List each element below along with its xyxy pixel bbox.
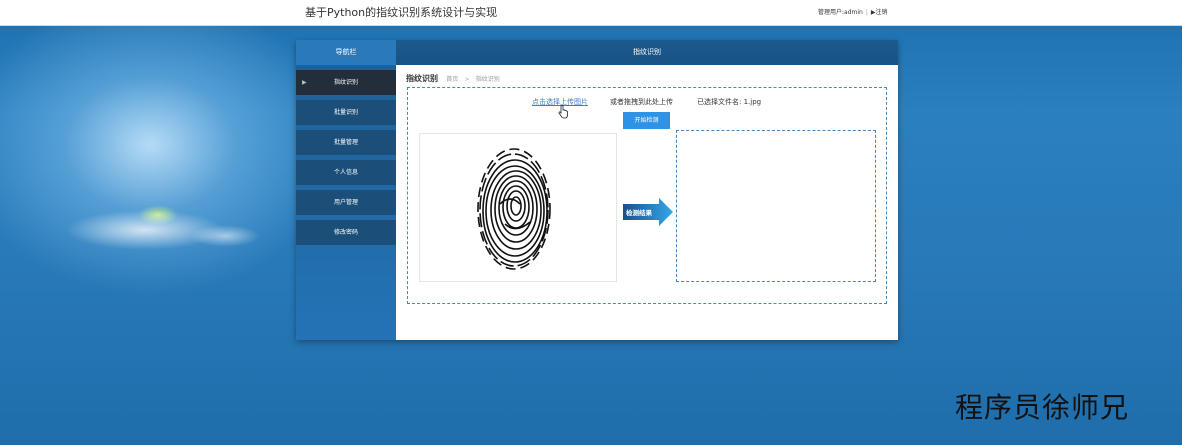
sidebar-item-profile[interactable]: 个人信息 <box>296 160 396 185</box>
breadcrumb-current: 指纹识别 <box>475 76 500 83</box>
start-detection-button[interactable]: 开始检测 <box>623 112 670 129</box>
hand-cursor-icon <box>558 105 568 119</box>
sidebar-item-label: 个人信息 <box>333 169 358 176</box>
input-image-preview <box>419 133 617 282</box>
sidebar-item-batch-recognition[interactable]: 批量识别 <box>296 100 396 125</box>
sidebar-item-label: 批量管理 <box>333 139 358 146</box>
watermark: 程序员徐师兄 <box>955 391 1130 424</box>
main-panel: 导航栏 ▶ 指纹识别 批量识别 批量管理 个人信息 用户管理 修改密码 指纹识别 <box>296 40 898 340</box>
sidebar-item-change-password[interactable]: 修改密码 <box>296 220 396 245</box>
selected-file-name: 已选择文件名: 1.jpg <box>697 98 762 106</box>
sidebar-item-fingerprint-recognition[interactable]: ▶ 指纹识别 <box>296 70 396 95</box>
sidebar-item-label: 修改密码 <box>333 229 358 236</box>
detection-result-label: 检测结果 <box>626 209 652 217</box>
upload-area[interactable]: 点击选择上传图片 或者拖拽到此处上传 已选择文件名: 1.jpg 开始检测 检测… <box>407 87 887 304</box>
sidebar-item-label: 指纹识别 <box>333 79 358 86</box>
breadcrumb: 指纹识别 首页 > 指纹识别 <box>406 73 500 84</box>
content-header-title: 指纹识别 <box>396 40 898 65</box>
drag-hint: 或者拖拽到此处上传 <box>610 98 673 106</box>
background-cloud <box>190 225 260 247</box>
user-area: 管理用户:admin | ▶注销 <box>818 7 887 16</box>
breadcrumb-separator: > <box>464 76 470 83</box>
page-title: 指纹识别 <box>406 74 438 83</box>
sidebar-item-label: 批量识别 <box>333 109 358 116</box>
sidebar-nav: ▶ 指纹识别 批量识别 批量管理 个人信息 用户管理 修改密码 <box>296 65 396 245</box>
sidebar-title: 导航栏 <box>296 40 396 65</box>
sidebar-item-user-management[interactable]: 用户管理 <box>296 190 396 215</box>
logout-link[interactable]: ▶注销 <box>871 9 888 16</box>
sidebar: 导航栏 ▶ 指纹识别 批量识别 批量管理 个人信息 用户管理 修改密码 <box>296 40 396 340</box>
detection-result-box <box>676 130 876 282</box>
top-bar: 基于Python的指纹识别系统设计与实现 管理用户:admin | ▶注销 <box>0 0 1182 26</box>
app-title: 基于Python的指纹识别系统设计与实现 <box>305 6 498 19</box>
breadcrumb-home[interactable]: 首页 <box>446 76 458 83</box>
fingerprint-image <box>477 148 551 270</box>
separator: | <box>865 9 868 16</box>
current-user-label: 管理用户:admin <box>818 9 863 16</box>
play-arrow-icon: ▶ <box>302 79 307 86</box>
sidebar-item-label: 用户管理 <box>333 199 358 206</box>
sidebar-item-batch-management[interactable]: 批量管理 <box>296 130 396 155</box>
